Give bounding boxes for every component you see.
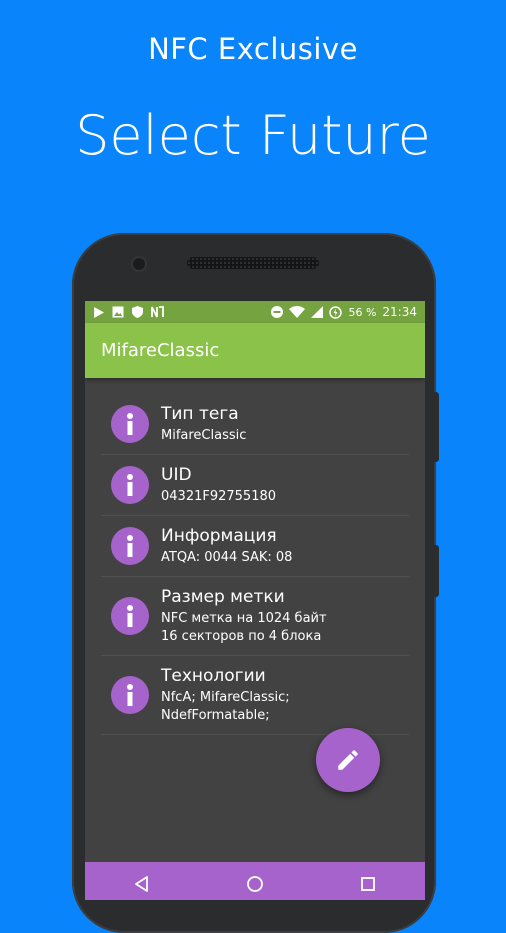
tag-info-list: Тип тега MifareClassic UID 04321F9275518…: [85, 378, 425, 735]
status-bar: 56 % 21:34: [85, 301, 425, 323]
list-item-technologies[interactable]: Технологии NfcA; MifareClassic; NdefForm…: [101, 656, 409, 735]
info-icon: [111, 597, 149, 635]
front-camera: [133, 258, 145, 270]
list-item-uid[interactable]: UID 04321F92755180: [101, 455, 409, 516]
dnd-icon: [271, 306, 284, 318]
earpiece-speaker: [187, 257, 319, 269]
item-value-2: NdefFormatable;: [161, 707, 270, 723]
power-button: [434, 545, 439, 597]
promo-subtitle: NFC Exclusive: [148, 32, 358, 66]
play-icon: [93, 306, 104, 318]
shield-icon: [132, 306, 143, 318]
item-title: Информация: [161, 525, 277, 546]
info-icon: [111, 676, 149, 714]
item-value: NfcA; MifareClassic;: [161, 689, 290, 705]
signal-icon: [311, 306, 324, 318]
info-icon: [111, 527, 149, 565]
volume-button: [434, 392, 439, 462]
edit-fab-button[interactable]: [316, 728, 380, 792]
battery-percent: 56 %: [348, 305, 377, 319]
battery-icon: [329, 305, 343, 319]
pencil-icon: [335, 747, 361, 773]
item-value: ATQA: 0044 SAK: 08: [161, 549, 293, 565]
app-bar-title: MifareClassic: [101, 340, 220, 361]
item-value: MifareClassic: [161, 427, 247, 443]
list-item-tag-size[interactable]: Размер метки NFC метка на 1024 байт 16 с…: [101, 577, 409, 656]
phone-screen: 56 % 21:34 MifareClassic Тип тега Mifare…: [85, 301, 425, 900]
image-icon: [112, 306, 124, 318]
wifi-icon: [289, 306, 306, 318]
item-title: Размер метки: [161, 586, 285, 607]
item-title: Технологии: [161, 665, 266, 686]
list-item-information[interactable]: Информация ATQA: 0044 SAK: 08: [101, 516, 409, 577]
item-title: UID: [161, 464, 192, 485]
info-icon: [111, 466, 149, 504]
navigation-bar: [85, 862, 425, 900]
list-item-tag-type[interactable]: Тип тега MifareClassic: [101, 394, 409, 455]
app-bar: MifareClassic: [85, 323, 425, 378]
item-value: NFC метка на 1024 байт: [161, 610, 327, 626]
nfc-icon: [151, 306, 164, 318]
item-value-2: 16 секторов по 4 блока: [161, 628, 322, 644]
item-value: 04321F92755180: [161, 488, 277, 504]
clock: 21:34: [382, 305, 417, 319]
recents-icon[interactable]: [359, 875, 377, 893]
promo-title: Select Future: [75, 104, 431, 167]
item-title: Тип тега: [161, 403, 239, 424]
back-icon[interactable]: [133, 875, 151, 893]
info-icon: [111, 405, 149, 443]
home-icon[interactable]: [246, 875, 264, 893]
